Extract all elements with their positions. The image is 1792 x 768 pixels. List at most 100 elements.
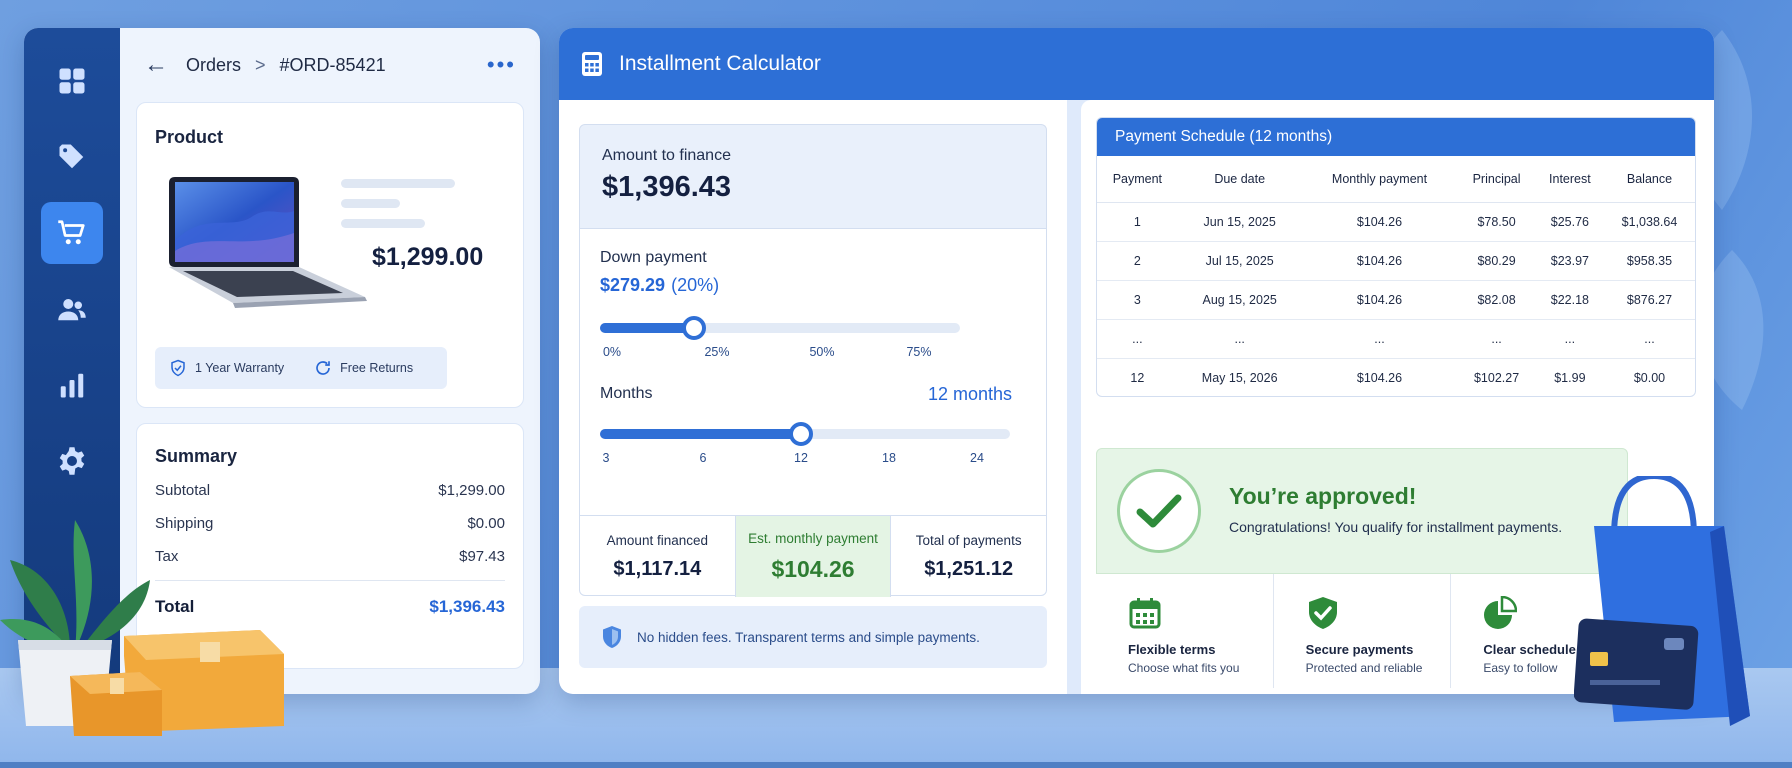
slider-tick: 6 [699,451,707,465]
months-value: 12 months [927,384,1012,404]
table-row: 2 Jul 15, 2025 $104.26 $80.29 $23.97 $958.35 [1097,241,1695,281]
amount-value: $1,396.43 [602,171,732,203]
checkmark-icon [1136,494,1182,528]
table-cell: 2 [1097,241,1178,281]
nav-settings[interactable] [41,430,103,492]
calculator-icon [582,52,602,76]
table-cell: 12 [1130,370,1145,385]
result-value: $1,117.14 [613,557,702,580]
result-value: $1,251.12 [924,557,1014,580]
breadcrumb-separator: > [255,54,266,75]
total-of-payments: Total of payments $1,251.12 [891,516,1046,597]
table-cell: Aug 15, 2025 [1177,280,1302,320]
shield-check-icon [1308,597,1337,629]
cart-icon [58,220,85,245]
summary-value: $0.00 [467,515,505,532]
summary-label: Subtotal [155,482,211,499]
table-cell: ... [1603,319,1695,359]
nav-customers[interactable] [41,278,103,340]
table-cell: $1.99 [1554,370,1586,385]
feature-title: Secure payments [1305,642,1414,657]
more-options-icon[interactable]: ••• [487,52,516,78]
warranty-badge: 1 Year Warranty [169,359,284,377]
schedule-body: 1 Jun 15, 2025 $104.26 $78.50 $25.76 $1,038.6… [1097,202,1695,396]
down-payment-slider-handle[interactable] [681,316,706,340]
slider-tick: 25% [704,345,730,359]
table-cell: $958.35 [1603,241,1695,281]
table-row: .................. [1097,319,1695,359]
dashboard-icon [59,68,85,94]
features-row: Flexible terms Choose what fits you Secu… [1096,574,1628,688]
boxes-decoration [70,630,284,736]
summary-row-subtotal: Subtotal $1,299.00 [155,482,505,499]
feature-title: Flexible terms [1128,642,1216,657]
results-row: Amount financed $1,117.14 Est. monthly p… [580,515,1046,597]
approval-check [1117,469,1201,553]
laptop-image [169,177,367,308]
result-label: Total of payments [915,532,1022,548]
table-cell: $22.18 [1535,280,1604,320]
warranty-label: 1 Year Warranty [195,361,285,375]
product-price: $1,299.00 [372,243,484,271]
slider-fill [600,323,694,333]
nav-reports[interactable] [41,354,103,416]
nav-tags[interactable] [41,126,103,188]
slider-tick: 12 [794,451,808,465]
shield-icon [603,626,621,648]
est-monthly-payment: Est. monthly payment $104.26 [735,516,892,597]
placeholder-line [341,199,400,208]
feature-secure-payments: Secure payments Protected and reliable [1274,574,1452,688]
table-cell: $82.08 [1457,280,1536,320]
feature-flexible-terms: Flexible terms Choose what fits you [1096,574,1274,688]
table-row: 1 Jun 15, 2025 $104.26 $78.50 $25.76 $1,038.6… [1097,202,1695,242]
slider-tick: 50% [809,345,835,359]
back-arrow-icon[interactable]: ← [144,51,168,79]
shield-icon [171,359,185,377]
months-slider[interactable] [600,422,1010,446]
payment-schedule: Payment Schedule (12 months) Payment Due… [1096,117,1696,397]
breadcrumb: ← Orders > #ORD-85421 ••• [120,28,540,102]
column-header: Interest [1535,156,1604,203]
table-cell: ... [1535,319,1604,359]
column-header: Balance [1603,156,1695,203]
product-title: Product [155,127,224,147]
shopping-bag-decoration [1574,476,1750,726]
result-value: $104.26 [771,555,855,582]
table-cell: $104.26 [1356,370,1403,385]
total-label: Total [155,597,195,616]
breadcrumb-orders[interactable]: Orders [186,55,241,76]
gear-icon [59,447,85,475]
table-row: 3 Aug 15, 2025 $104.26 $82.08 $22.18 $876.27 [1097,280,1695,320]
summary-title: Summary [155,446,238,466]
tag-icon [59,144,84,169]
calendar-icon [1129,598,1161,629]
product-card: Product $1,299.00 1 Year Warranty Free R… [136,102,524,408]
pie-chart-icon [1484,596,1518,629]
slider-tick: 24 [970,451,984,465]
summary-row-shipping: Shipping $0.00 [155,515,505,532]
down-payment-percent: (20%) [671,275,720,295]
table-cell: May 15, 2026 [1201,370,1278,385]
column-header: Principal [1457,156,1536,203]
nav-dashboard[interactable] [41,50,103,112]
summary-value: $1,299.00 [438,482,505,499]
schedule-table: Payment Due date Monthly payment Princip… [1097,156,1695,396]
result-label: Amount financed [606,532,708,548]
table-cell: $104.26 [1301,280,1458,320]
nav-cart[interactable] [41,202,103,264]
calculator-header: Installment Calculator [559,28,1714,100]
total-value: $1,396.43 [429,597,505,616]
down-payment-ticks: 0% 25% 50% 75% [600,345,960,361]
months-slider-handle[interactable] [789,422,813,446]
column-header: Monthly payment [1301,156,1458,203]
column-header: Payment [1097,156,1178,203]
placeholder-line [341,179,455,188]
table-cell: 3 [1097,280,1178,320]
table-cell: Jul 15, 2025 [1177,241,1302,281]
amount-financed: Amount financed $1,117.14 [580,516,736,597]
calculator-title: Installment Calculator [619,52,821,75]
down-payment-slider[interactable] [600,316,960,340]
approval-subtitle: Congratulations! You qualify for install… [1229,519,1563,535]
fees-note: No hidden fees. Transparent terms and si… [579,606,1047,668]
slider-fill [600,429,801,439]
